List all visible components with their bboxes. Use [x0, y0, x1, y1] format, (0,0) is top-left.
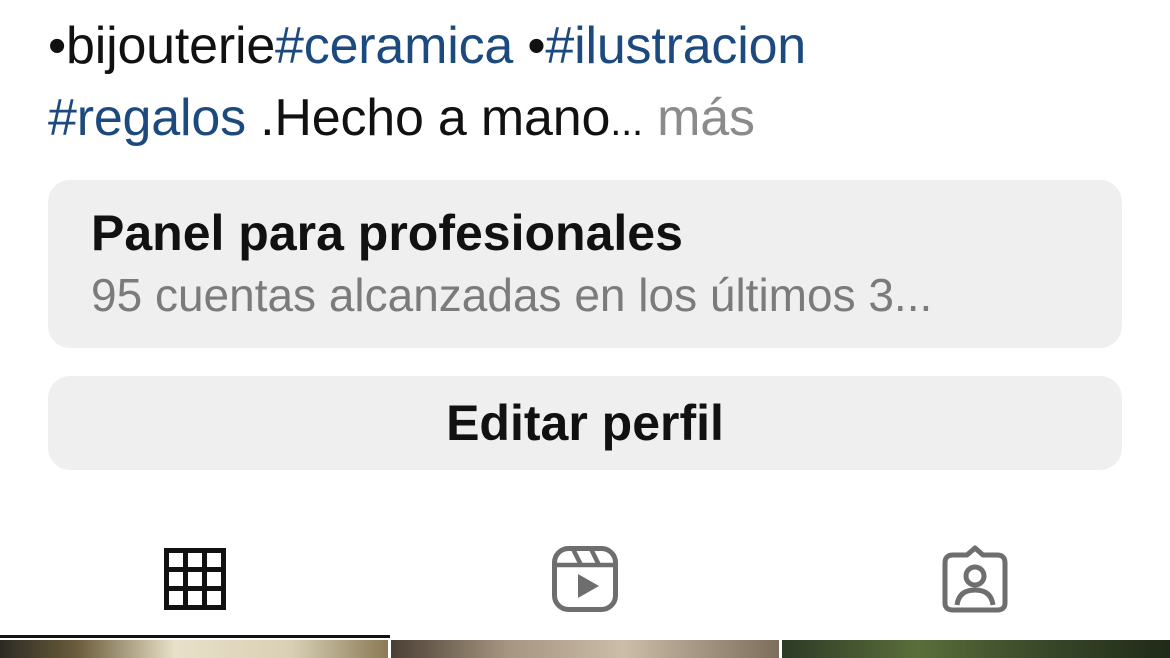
bio-line-1: •bijouterie#ceramica •#ilustracion	[48, 10, 1128, 82]
reels-icon	[551, 545, 619, 613]
more-link[interactable]: más	[643, 89, 755, 147]
professional-dashboard-button[interactable]: Panel para profesionales 95 cuentas alca…	[48, 180, 1122, 348]
hashtag-link[interactable]: #regalos	[48, 89, 246, 147]
bio-text: bijouterie	[66, 17, 276, 75]
tab-posts-grid[interactable]	[0, 520, 390, 638]
hashtag-link[interactable]: #ceramica	[275, 17, 513, 75]
pro-panel-subtitle: 95 cuentas alcanzadas en los últimos 3..…	[91, 269, 933, 321]
bio-bullet: •	[48, 17, 67, 75]
pro-panel-title: Panel para profesionales	[91, 205, 683, 261]
tagged-icon	[941, 545, 1009, 613]
profile-screen: •bijouterie#ceramica •#ilustracion #rega…	[0, 0, 1170, 658]
bio-ellipsis: ...	[610, 100, 643, 144]
bio-text: .Hecho a mano	[245, 89, 611, 147]
posts-grid	[0, 640, 1170, 658]
grid-icon	[164, 548, 226, 610]
profile-tabs	[0, 520, 1170, 638]
tab-tagged[interactable]	[780, 520, 1170, 638]
post-thumbnail[interactable]	[391, 640, 779, 658]
edit-profile-button[interactable]: Editar perfil	[48, 376, 1122, 470]
hashtag-link[interactable]: #ilustracion	[545, 17, 806, 75]
post-thumbnail[interactable]	[0, 640, 388, 658]
edit-profile-label: Editar perfil	[446, 395, 724, 451]
tab-reels[interactable]	[390, 520, 780, 638]
bio-separator: •	[513, 17, 546, 75]
bio-line-2: #regalos .Hecho a mano... más	[48, 82, 1128, 158]
profile-bio: •bijouterie#ceramica •#ilustracion #rega…	[48, 10, 1128, 158]
post-thumbnail[interactable]	[782, 640, 1170, 658]
